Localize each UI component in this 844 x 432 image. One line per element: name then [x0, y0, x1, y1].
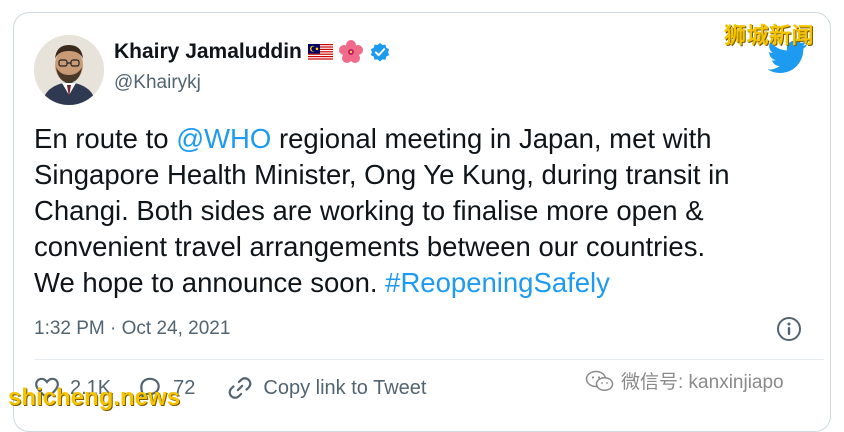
tweet-text-segment: We hope to announce soon. [34, 267, 386, 298]
wechat-watermark: 微信号: kanxinjiapo [585, 367, 784, 394]
author-name-row: Khairy Jamaluddin [114, 40, 391, 64]
avatar[interactable] [34, 35, 104, 105]
hashtag-link[interactable]: #ReopeningSafely [385, 267, 610, 298]
divider [34, 359, 824, 360]
wechat-icon [585, 370, 614, 391]
tweet-text-segment: En route to [34, 123, 177, 154]
tweet-line-3: Changi. Both sides are working to finali… [34, 195, 704, 226]
malaysia-flag-icon [307, 43, 333, 61]
author-handle[interactable]: @Khairykj [114, 72, 201, 94]
tweet-line-4: convenient travel arrangements between o… [34, 231, 706, 262]
tweet-text-segment: regional meeting in Japan, met with [271, 123, 712, 154]
link-icon [229, 377, 252, 399]
tweet-text: En route to @WHO regional meeting in Jap… [34, 121, 824, 301]
tweet-line-1: En route to @WHO regional meeting in Jap… [34, 121, 824, 157]
info-icon[interactable] [776, 316, 802, 342]
tweet-line-2: Singapore Health Minister, Ong Ye Kung, … [34, 159, 730, 190]
copy-link-label: Copy link to Tweet [263, 376, 427, 399]
author-name[interactable]: Khairy Jamaluddin [114, 40, 302, 64]
verified-badge-icon [369, 41, 391, 63]
mention-link[interactable]: @WHO [176, 123, 271, 154]
tweet-timestamp[interactable]: 1:32 PM · Oct 24, 2021 [34, 318, 230, 340]
hibiscus-icon [338, 40, 363, 64]
watermark-top: 狮城新闻 [724, 23, 815, 48]
tweet-line-5: We hope to announce soon. #ReopeningSafe… [34, 265, 824, 301]
wechat-id: 微信号: kanxinjiapo [621, 372, 784, 393]
watermark-bottom: shicheng.news [8, 384, 181, 411]
copy-link-button[interactable]: Copy link to Tweet [227, 375, 426, 401]
